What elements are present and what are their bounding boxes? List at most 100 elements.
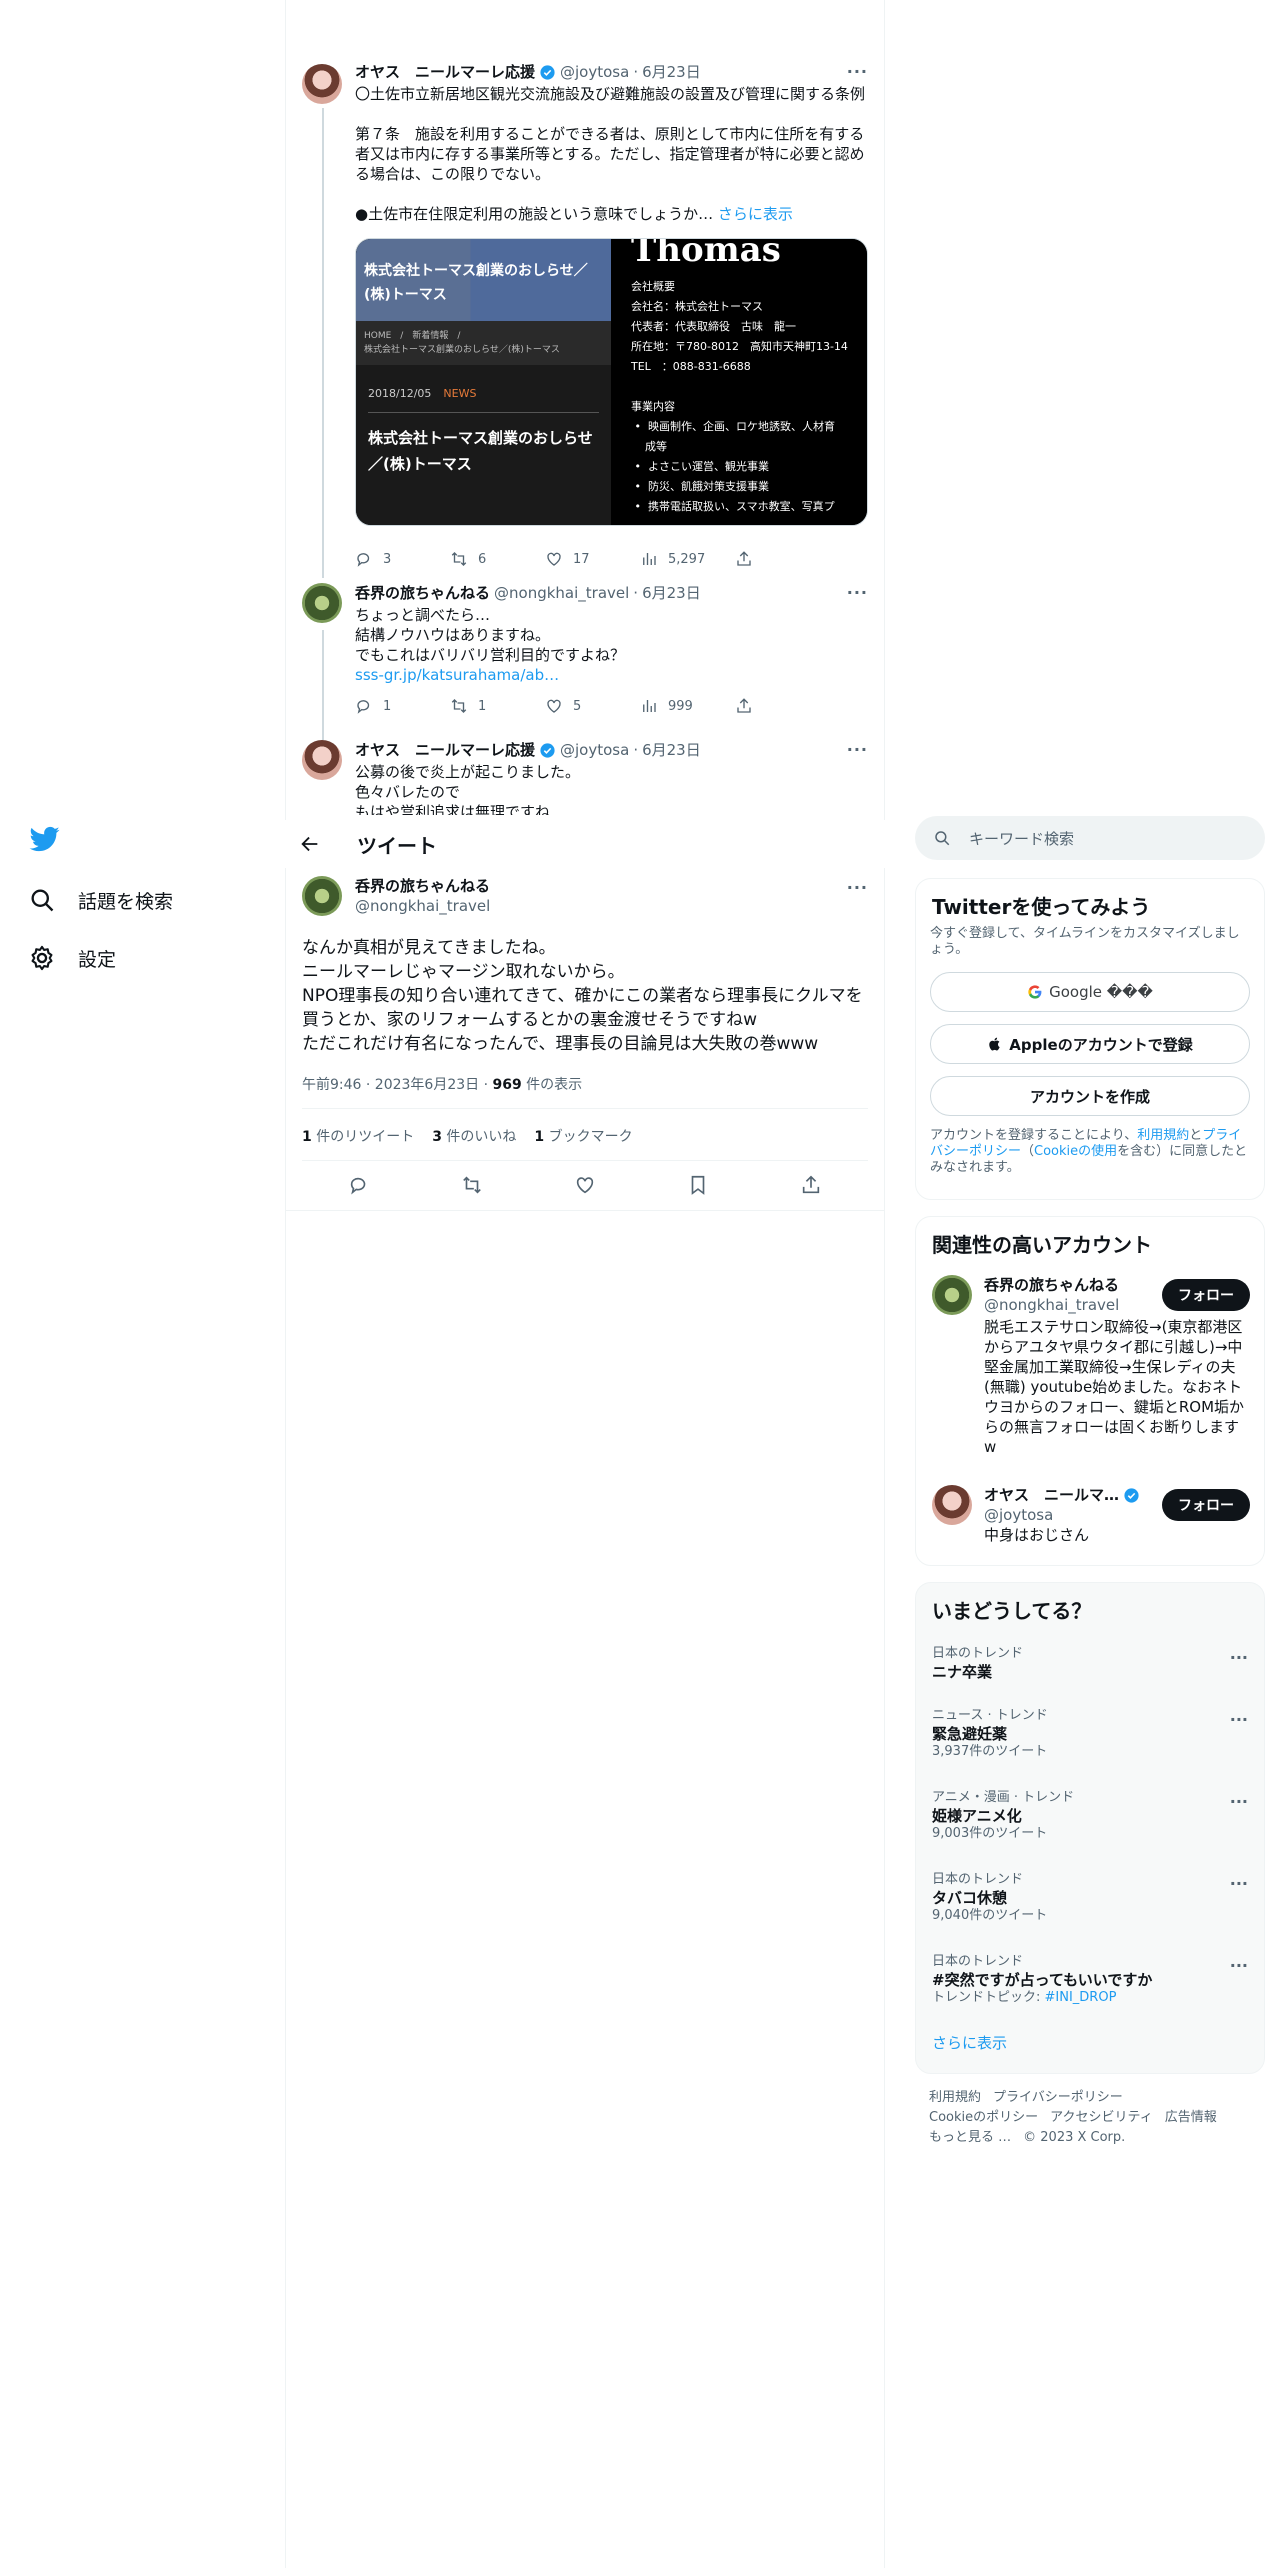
trend-item[interactable]: 日本のトレンド #突然ですが占ってもいいですか トレンドトピック: #INI_D… — [916, 1944, 1264, 2026]
back-arrow-icon[interactable] — [299, 833, 321, 855]
more-options-icon[interactable]: ··· — [847, 62, 868, 81]
google-signup-button[interactable]: Google ��� — [930, 972, 1250, 1012]
account-handle[interactable]: @joytosa — [984, 1505, 1164, 1525]
avatar[interactable] — [302, 876, 342, 916]
avatar[interactable] — [932, 1275, 972, 1315]
avatar[interactable] — [302, 583, 342, 623]
reply-count: 1 — [383, 698, 392, 714]
relevant-title: 関連性の高いアカウント — [932, 1233, 1152, 1257]
heart-icon[interactable] — [574, 1174, 596, 1196]
page-title: ツイート — [357, 834, 437, 858]
footer-link[interactable]: 利用規約 — [929, 2090, 981, 2105]
avatar[interactable] — [302, 740, 342, 780]
apple-signup-button[interactable]: Appleのアカウントで登録 — [930, 1024, 1250, 1064]
more-options-icon[interactable]: ··· — [1230, 1956, 1248, 1975]
trend-item[interactable]: アニメ・漫画 · トレンド 姫様アニメ化 9,003件のツイート ··· — [916, 1780, 1264, 1862]
tweet-time[interactable]: 6月23日 — [642, 583, 701, 603]
share-button[interactable] — [735, 697, 830, 715]
share-icon[interactable] — [800, 1174, 822, 1196]
search-input[interactable]: キーワード検索 — [915, 816, 1265, 860]
author-handle[interactable]: @joytosa — [560, 740, 629, 760]
trend-context: 日本のトレンド — [932, 1872, 1024, 1887]
reply-button[interactable]: 1 — [355, 697, 450, 715]
author-name[interactable]: オヤス ニールマーレ応援 — [355, 740, 535, 760]
reply-count: 3 — [383, 551, 392, 567]
account-name[interactable]: オヤス ニールマ… — [984, 1485, 1119, 1505]
bookmarks-stat[interactable]: 1 ブックマーク — [534, 1126, 632, 1146]
author-name[interactable]: オヤス ニールマーレ応援 — [355, 62, 535, 82]
author-name[interactable]: 呑界の旅ちゃんねる — [355, 876, 490, 896]
google-signup-label: Google ��� — [1049, 983, 1153, 1001]
more-options-icon[interactable]: ··· — [847, 740, 868, 759]
footer-link[interactable]: Cookieのポリシー — [929, 2110, 1038, 2125]
like-button[interactable]: 17 — [545, 550, 640, 568]
footer-link[interactable]: 広告情報 — [1165, 2110, 1217, 2125]
follow-button[interactable]: フォロー — [1162, 1489, 1250, 1521]
nav-explore[interactable]: 話題を検索 — [28, 886, 173, 914]
nav-settings-label: 設定 — [78, 948, 117, 971]
show-more-trends-link[interactable]: さらに表示 — [916, 2026, 1264, 2059]
bookmark-icon[interactable] — [687, 1174, 709, 1196]
cookie-link[interactable]: Cookieの使用 — [1034, 1144, 1117, 1159]
nav-settings[interactable]: 設定 — [28, 944, 116, 972]
show-more-link[interactable]: さらに表示 — [718, 205, 793, 223]
trend-item[interactable]: 日本のトレンド タバコ休憩 9,040件のツイート ··· — [916, 1862, 1264, 1944]
card-company-info: 会社概要 会社名：株式会社トーマス 代表者：代表取締役 古味 龍一 所在地：〒7… — [631, 280, 848, 513]
trend-count: 9,003件のツイート — [932, 1826, 1048, 1841]
more-options-icon[interactable]: ··· — [847, 878, 868, 897]
more-options-icon[interactable]: ··· — [847, 583, 868, 602]
views-count: 5,297 — [668, 551, 706, 567]
trend-item[interactable]: ニュース · トレンド 緊急避妊薬 3,937件のツイート ··· — [916, 1698, 1264, 1780]
follow-button[interactable]: フォロー — [1162, 1279, 1250, 1311]
trend-title: 姫様アニメ化 — [932, 1807, 1022, 1825]
more-options-icon[interactable]: ··· — [1230, 1648, 1248, 1667]
reply-button[interactable]: 3 — [355, 550, 450, 568]
thread-tweet[interactable]: 呑界の旅ちゃんねる @nongkhai_travel · 6月23日 ··· ち… — [302, 583, 868, 723]
retweet-icon[interactable] — [461, 1174, 483, 1196]
twitter-logo-icon[interactable] — [28, 824, 62, 854]
likes-stat[interactable]: 3 件のいいね — [432, 1126, 516, 1146]
signup-subtitle: 今すぐ登録して、タイムラインをカスタマイズしましょう。 — [930, 926, 1240, 957]
more-options-icon[interactable]: ··· — [1230, 1874, 1248, 1893]
more-options-icon[interactable]: ··· — [1230, 1792, 1248, 1811]
retweets-stat[interactable]: 1 件のリツイート — [302, 1126, 414, 1146]
create-account-button[interactable]: アカウントを作成 — [930, 1076, 1250, 1116]
avatar[interactable] — [302, 64, 342, 104]
like-count: 5 — [573, 698, 582, 714]
trend-context: ニュース · トレンド — [932, 1708, 1048, 1723]
copyright: © 2023 X Corp. — [1023, 2130, 1126, 2145]
tweet-link[interactable]: sss-gr.jp/katsurahama/ab… — [355, 665, 868, 685]
like-button[interactable]: 5 — [545, 697, 640, 715]
card-breadcrumb: HOME / 新着情報 / 株式会社トーマス創業のおしらせ／(株)トーマス — [356, 321, 611, 365]
share-button[interactable] — [735, 550, 830, 568]
share-icon — [737, 551, 751, 566]
retweet-button[interactable]: 6 — [450, 550, 545, 568]
views-button[interactable]: 5,297 — [640, 550, 735, 568]
thread-tweet[interactable]: オヤス ニールマーレ応援 @joytosa · 6月23日 ··· 〇土佐市立新… — [302, 62, 868, 572]
footer-link[interactable]: もっと見る … — [929, 2130, 1011, 2145]
views-button[interactable]: 999 — [640, 697, 735, 715]
tweet-time[interactable]: 6月23日 — [642, 740, 701, 760]
tweet-time[interactable]: 6月23日 — [642, 62, 701, 82]
more-options-icon[interactable]: ··· — [1230, 1710, 1248, 1729]
link-card[interactable]: 株式会社トーマス創業のおしらせ／(株)トーマス HOME / 新着情報 / 株式… — [355, 238, 868, 526]
trend-title: 緊急避妊薬 — [932, 1725, 1008, 1743]
author-handle[interactable]: @nongkhai_travel — [355, 896, 490, 916]
retweet-button[interactable]: 1 — [450, 697, 545, 715]
tweet-timestamp[interactable]: 午前9:46 · 2023年6月23日 · — [302, 1077, 493, 1093]
reply-icon[interactable] — [348, 1174, 370, 1196]
footer-link[interactable]: プライバシーポリシー — [993, 2090, 1123, 2105]
main-actions — [302, 1174, 868, 1196]
footer-link[interactable]: アクセシビリティ — [1050, 2110, 1153, 2125]
trend-topic-link[interactable]: #INI_DROP — [1045, 1990, 1117, 2005]
create-account-label: アカウントを作成 — [1029, 1087, 1150, 1106]
avatar[interactable] — [932, 1485, 972, 1525]
author-name[interactable]: 呑界の旅ちゃんねる — [355, 583, 490, 603]
heart-icon — [547, 699, 561, 713]
trend-item[interactable]: 日本のトレンド ニナ卒業 ··· — [916, 1636, 1264, 1698]
terms-link[interactable]: 利用規約 — [1137, 1128, 1189, 1143]
thread-tweet[interactable]: オヤス ニールマーレ応援 @joytosa · 6月23日 ··· 公募の後で炎… — [302, 740, 868, 815]
author-handle[interactable]: @nongkhai_travel — [494, 583, 629, 603]
author-handle[interactable]: @joytosa — [560, 62, 629, 82]
card-date: 2018/12/05 — [368, 387, 432, 400]
